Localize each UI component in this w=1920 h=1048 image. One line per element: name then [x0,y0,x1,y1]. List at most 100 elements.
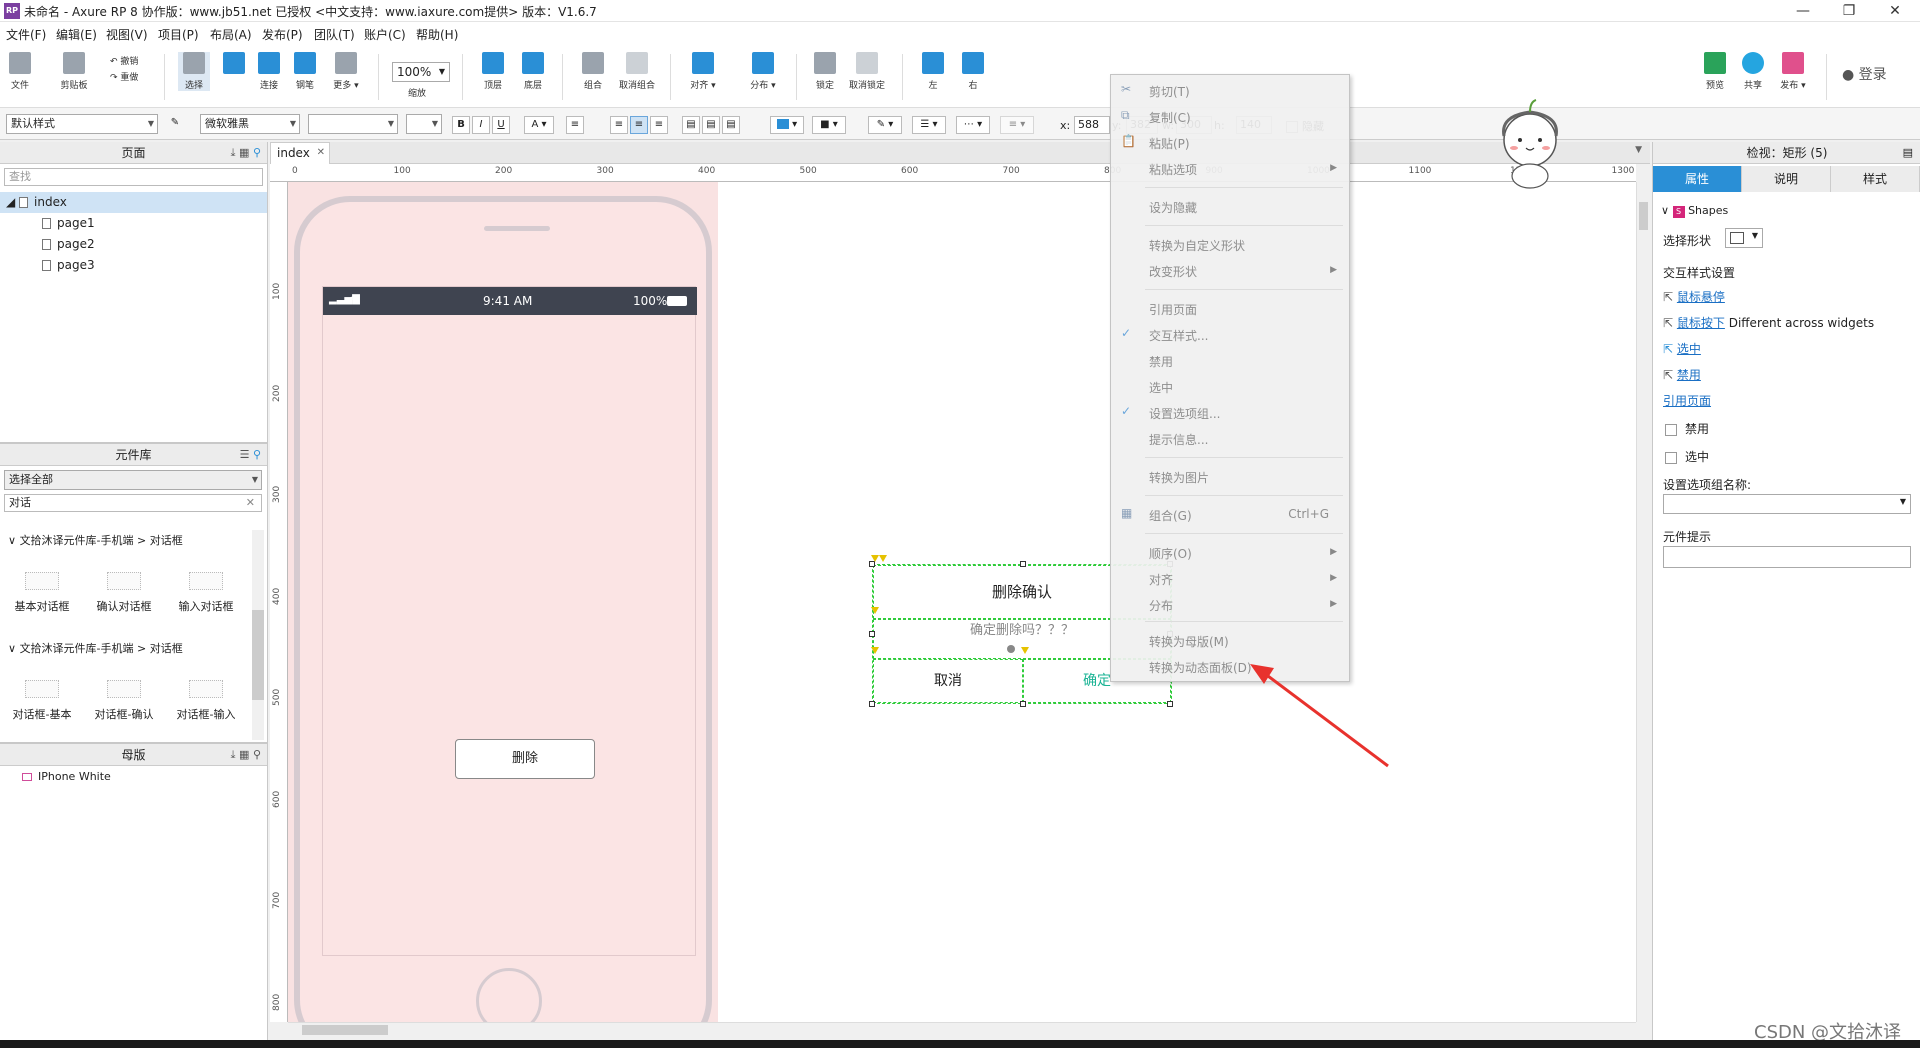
context-item-convert-custom-shape[interactable]: 转换为自定义形状 [1111,233,1349,255]
selected-checkbox[interactable]: 选中 [1665,448,1709,465]
more-tool[interactable]: 更多 ▾ [328,52,364,91]
menu-project[interactable]: 项目(P) [158,26,199,43]
add-folder-icon[interactable]: ▦ [239,146,249,159]
page-item-page2[interactable]: page2 [0,234,267,255]
fill-color-button[interactable]: ▾ [770,116,804,134]
search-icon[interactable]: ⚲ [253,448,261,461]
valign-bottom-button[interactable]: ▤ [722,116,740,134]
zoom-select[interactable]: 100% ▼ [392,62,450,82]
context-item-tooltip[interactable]: 提示信息... [1111,427,1349,449]
connect-tool[interactable]: 连接 [254,52,284,91]
hover-style-link[interactable]: ⇱ 鼠标悬停 [1663,288,1725,305]
master-item[interactable]: IPhone White [0,766,267,787]
search-icon[interactable]: ⚲ [253,146,261,159]
style-manager-icon[interactable]: ✎ [166,115,184,133]
menu-team[interactable]: 团队(T) [314,26,355,43]
add-master-icon[interactable]: ⤓ [231,748,236,761]
font-color-button[interactable]: A ▾ [524,116,554,134]
rotate-handle[interactable] [1007,645,1015,653]
context-item-selected[interactable]: 选中 [1111,375,1349,397]
tab-index[interactable]: index ✕ [270,142,330,164]
menu-publish[interactable]: 发布(P) [262,26,303,43]
right-panel-toggle[interactable]: 右 [958,52,988,91]
add-page-icon[interactable]: ⤓ [231,146,236,159]
line-style-button[interactable]: ⋯ ▾ [956,116,990,134]
menu-edit[interactable]: 编辑(E) [56,26,97,43]
line-color-button[interactable]: ✎ ▾ [868,116,902,134]
canvas-vertical-scrollbar[interactable] [1636,182,1650,1022]
bold-button[interactable]: B [452,116,470,134]
context-item-interaction-styles[interactable]: 交互样式... ✓ [1111,323,1349,345]
library-scrollbar[interactable] [252,530,264,740]
context-item-order[interactable]: 顺序(O) ▶ [1111,541,1349,563]
close-button[interactable]: ✕ [1872,0,1918,22]
send-to-back-button[interactable]: 底层 [518,52,548,91]
delete-button[interactable]: 删除 [455,739,595,779]
widget-dialog-basic[interactable]: 对话框-基本 [0,680,84,722]
phone-screen[interactable]: ▂▃▅▇ ≈ 9:41 AM 100% 删除 [322,286,697,956]
undo-button[interactable]: ↶ 撤销 [110,54,138,67]
italic-button[interactable]: I [472,116,490,134]
widget-dialog-confirm[interactable]: 对话框-确认 [82,680,166,722]
context-item-cut[interactable]: 剪切(T) ✂ [1111,79,1349,101]
publish-button[interactable]: 发布 ▾ [1776,52,1810,91]
menu-layout[interactable]: 布局(A) [210,26,252,43]
font-family-select[interactable]: 微软雅黑 ▼ [200,114,300,134]
menu-view[interactable]: 视图(V) [106,26,148,43]
lock-button[interactable]: 锁定 [810,52,840,91]
menu-account[interactable]: 账户(C) [364,26,406,43]
iphone-frame[interactable]: ▂▃▅▇ ≈ 9:41 AM 100% 删除 [294,196,712,1022]
pages-search-input[interactable]: 查找 [4,168,263,186]
group-button[interactable]: 组合 [578,52,608,91]
menu-icon[interactable]: ☰ [240,448,250,461]
reference-page-link[interactable]: 引用页面 [1663,392,1711,409]
minimize-button[interactable]: — [1780,0,1826,22]
tab-properties[interactable]: 属性 [1653,166,1742,192]
context-item-option-group[interactable]: 设置选项组... ✓ [1111,401,1349,423]
unlock-button[interactable]: 取消锁定 [846,52,888,91]
disabled-checkbox[interactable]: 禁用 [1665,420,1709,437]
disabled-style-link[interactable]: ⇱ 禁用 [1663,366,1701,383]
context-item-set-hidden[interactable]: 设为隐藏 [1111,195,1349,217]
canvas-horizontal-scrollbar[interactable] [288,1022,1636,1036]
pen-tool[interactable]: 钢笔 [290,52,320,91]
pages-tools[interactable]: ⤓ ▦ ⚲ [231,142,261,164]
align-left-button[interactable]: ≡ [610,116,628,134]
page-item-index[interactable]: ◢ index [0,192,267,213]
shapes-section[interactable]: ∨ S Shapes [1661,204,1728,218]
menu-help[interactable]: 帮助(H) [416,26,458,43]
tooltip-input[interactable] [1663,546,1911,568]
resize-handle[interactable] [869,631,875,637]
select-tool[interactable]: 选择 [178,52,210,91]
context-item-disabled[interactable]: 禁用 [1111,349,1349,371]
context-item-change-shape[interactable]: 改变形状 ▶ [1111,259,1349,281]
valign-middle-button[interactable]: ▤ [702,116,720,134]
page-item-page3[interactable]: page3 [0,255,267,276]
context-item-group[interactable]: 组合(G) ▦ Ctrl+G [1111,503,1349,525]
resize-handle[interactable] [1020,561,1026,567]
menu-file[interactable]: 文件(F) [6,26,46,43]
search-icon[interactable]: ⚲ [253,748,261,761]
font-size-select[interactable]: ▼ [406,114,442,134]
library-search-input[interactable]: 对话 ✕ [4,494,262,512]
arrow-style-button[interactable]: ≡ ▾ [1000,116,1034,134]
widget-dialog-input[interactable]: 对话框-输入 [164,680,248,722]
redo-button[interactable]: ↷ 重做 [110,70,138,83]
close-icon[interactable]: ✕ [317,143,325,163]
maximize-button[interactable]: ❐ [1826,0,1872,22]
shadow-button[interactable]: ■ ▾ [812,116,846,134]
context-item-align[interactable]: 对齐 ▶ [1111,567,1349,589]
widget-confirm-dialog[interactable]: 确认对话框 [82,572,166,614]
tab-menu-icon[interactable]: ▼ [1635,145,1642,155]
resize-handle[interactable] [869,701,875,707]
align-button[interactable]: 对齐 ▾ [686,52,720,91]
align-right-button[interactable]: ≡ [650,116,668,134]
library-section-2[interactable]: ∨ 文拾沐译元件库-手机端 > 对话框 [0,638,183,660]
tab-notes[interactable]: 说明 [1742,166,1831,192]
option-group-select[interactable]: ▼ [1663,494,1911,514]
clipboard-tool[interactable]: 剪贴板 [56,52,92,91]
tab-style[interactable]: 样式 [1831,166,1920,192]
resize-handle[interactable] [1167,701,1173,707]
scroll-thumb[interactable] [1639,202,1648,230]
preview-button[interactable]: 预览 [1700,52,1730,91]
